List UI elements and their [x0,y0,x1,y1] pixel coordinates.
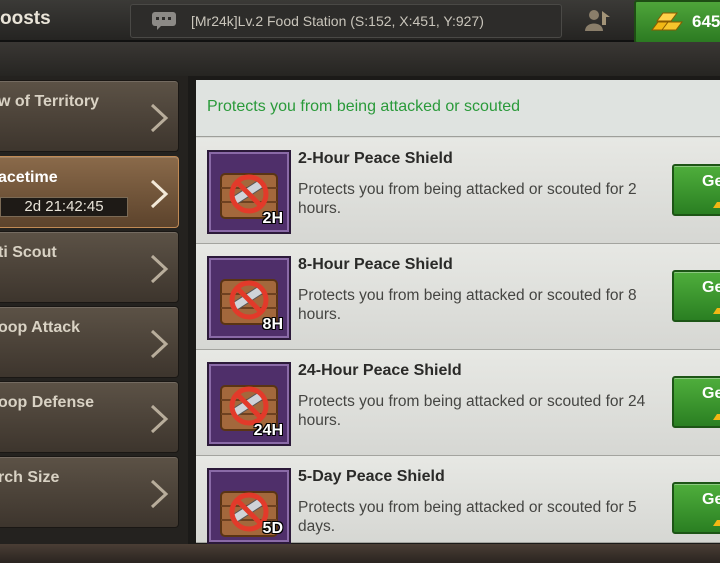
sidebar-item-label: rch Size [0,469,60,486]
gold-icon [712,196,720,214]
item-description: Protects you from being attacked or scou… [298,393,646,429]
sidebar-item-label: oop Defense [0,394,95,411]
item-name: 24-Hour Peace Shield [298,362,462,379]
item-description: Protects you from being attacked or scou… [298,287,637,323]
gold-icon [712,514,720,532]
chevron-right-icon [148,254,170,289]
duration-badge: 24H [253,422,283,439]
top-bar: oosts [Mr24k]Lv.2 Food Station (S:152, X… [0,0,720,44]
get-button[interactable]: Ge [672,270,720,322]
item-name: 2-Hour Peace Shield [298,150,453,167]
chevron-right-icon [148,329,170,364]
gold-icon [712,302,720,320]
chevron-right-icon [148,179,170,214]
sidebar-item-label: oop Attack [0,319,81,336]
list-item: 24H 24-Hour Peace Shield Protects you fr… [196,350,720,456]
banner-text: Protects you from being attacked or scou… [207,98,521,115]
info-banner: Protects you from being attacked or scou… [196,80,720,137]
chevron-right-icon [148,479,170,514]
get-button[interactable]: Ge [672,164,720,216]
duration-badge: 2H [262,210,283,227]
chat-icon [151,11,177,36]
get-button-label: Ge [702,491,720,508]
peace-shield-icon: 24H [207,362,291,446]
gold-amount: 645 [692,12,720,31]
peace-shield-icon: 8H [207,256,291,340]
item-name: 8-Hour Peace Shield [298,256,453,273]
get-button-label: Ge [702,173,720,190]
sidebar-item-label: w of Territory [0,93,100,110]
sidebar-item-troop-defense[interactable]: oop Defense [0,381,179,453]
get-button[interactable]: Ge [672,376,720,428]
item-name: 5-Day Peace Shield [298,468,445,485]
get-button-label: Ge [702,385,720,402]
sidebar-item-territory[interactable]: w of Territory [0,80,179,152]
sidebar-item-troop-attack[interactable]: oop Attack [0,306,179,378]
list-item: 5D 5-Day Peace Shield Protects you from … [196,456,720,544]
gold-bars-icon [650,10,684,37]
duration-badge: 5D [262,520,283,537]
list-item: 2H 2-Hour Peace Shield Protects you from… [196,138,720,244]
header-band [0,42,720,76]
sidebar-item-label: ti Scout [0,244,57,261]
page-title: oosts [0,8,51,29]
shield-list-panel: Protects you from being attacked or scou… [196,80,720,544]
peace-shield-icon: 2H [207,150,291,234]
peace-shield-icon: 5D [207,468,291,544]
sidebar-item-peacetime[interactable]: acetime 2d 21:42:45 [0,156,179,228]
item-description: Protects you from being attacked or scou… [298,499,637,535]
item-description: Protects you from being attacked or scou… [298,181,637,217]
chat-message: [Mr24k]Lv.2 Food Station (S:152, X:451, … [191,13,484,29]
get-button[interactable]: Ge [672,482,720,534]
duration-badge: 8H [262,316,283,333]
boost-category-sidebar: w of Territory acetime 2d 21:42:45 ti Sc… [0,76,188,546]
get-button-label: Ge [702,279,720,296]
chevron-right-icon [148,404,170,439]
gold-button[interactable]: 645 [634,0,720,44]
chat-bar[interactable]: [Mr24k]Lv.2 Food Station (S:152, X:451, … [130,4,562,38]
gold-icon [712,408,720,426]
sidebar-item-march-size[interactable]: rch Size [0,456,179,528]
bottom-edge [0,544,720,563]
sidebar-item-label: acetime [0,169,58,186]
alliance-icon[interactable] [582,7,612,38]
peacetime-timer: 2d 21:42:45 [0,197,128,217]
chevron-right-icon [148,103,170,138]
sidebar-item-anti-scout[interactable]: ti Scout [0,231,179,303]
list-item: 8H 8-Hour Peace Shield Protects you from… [196,244,720,350]
